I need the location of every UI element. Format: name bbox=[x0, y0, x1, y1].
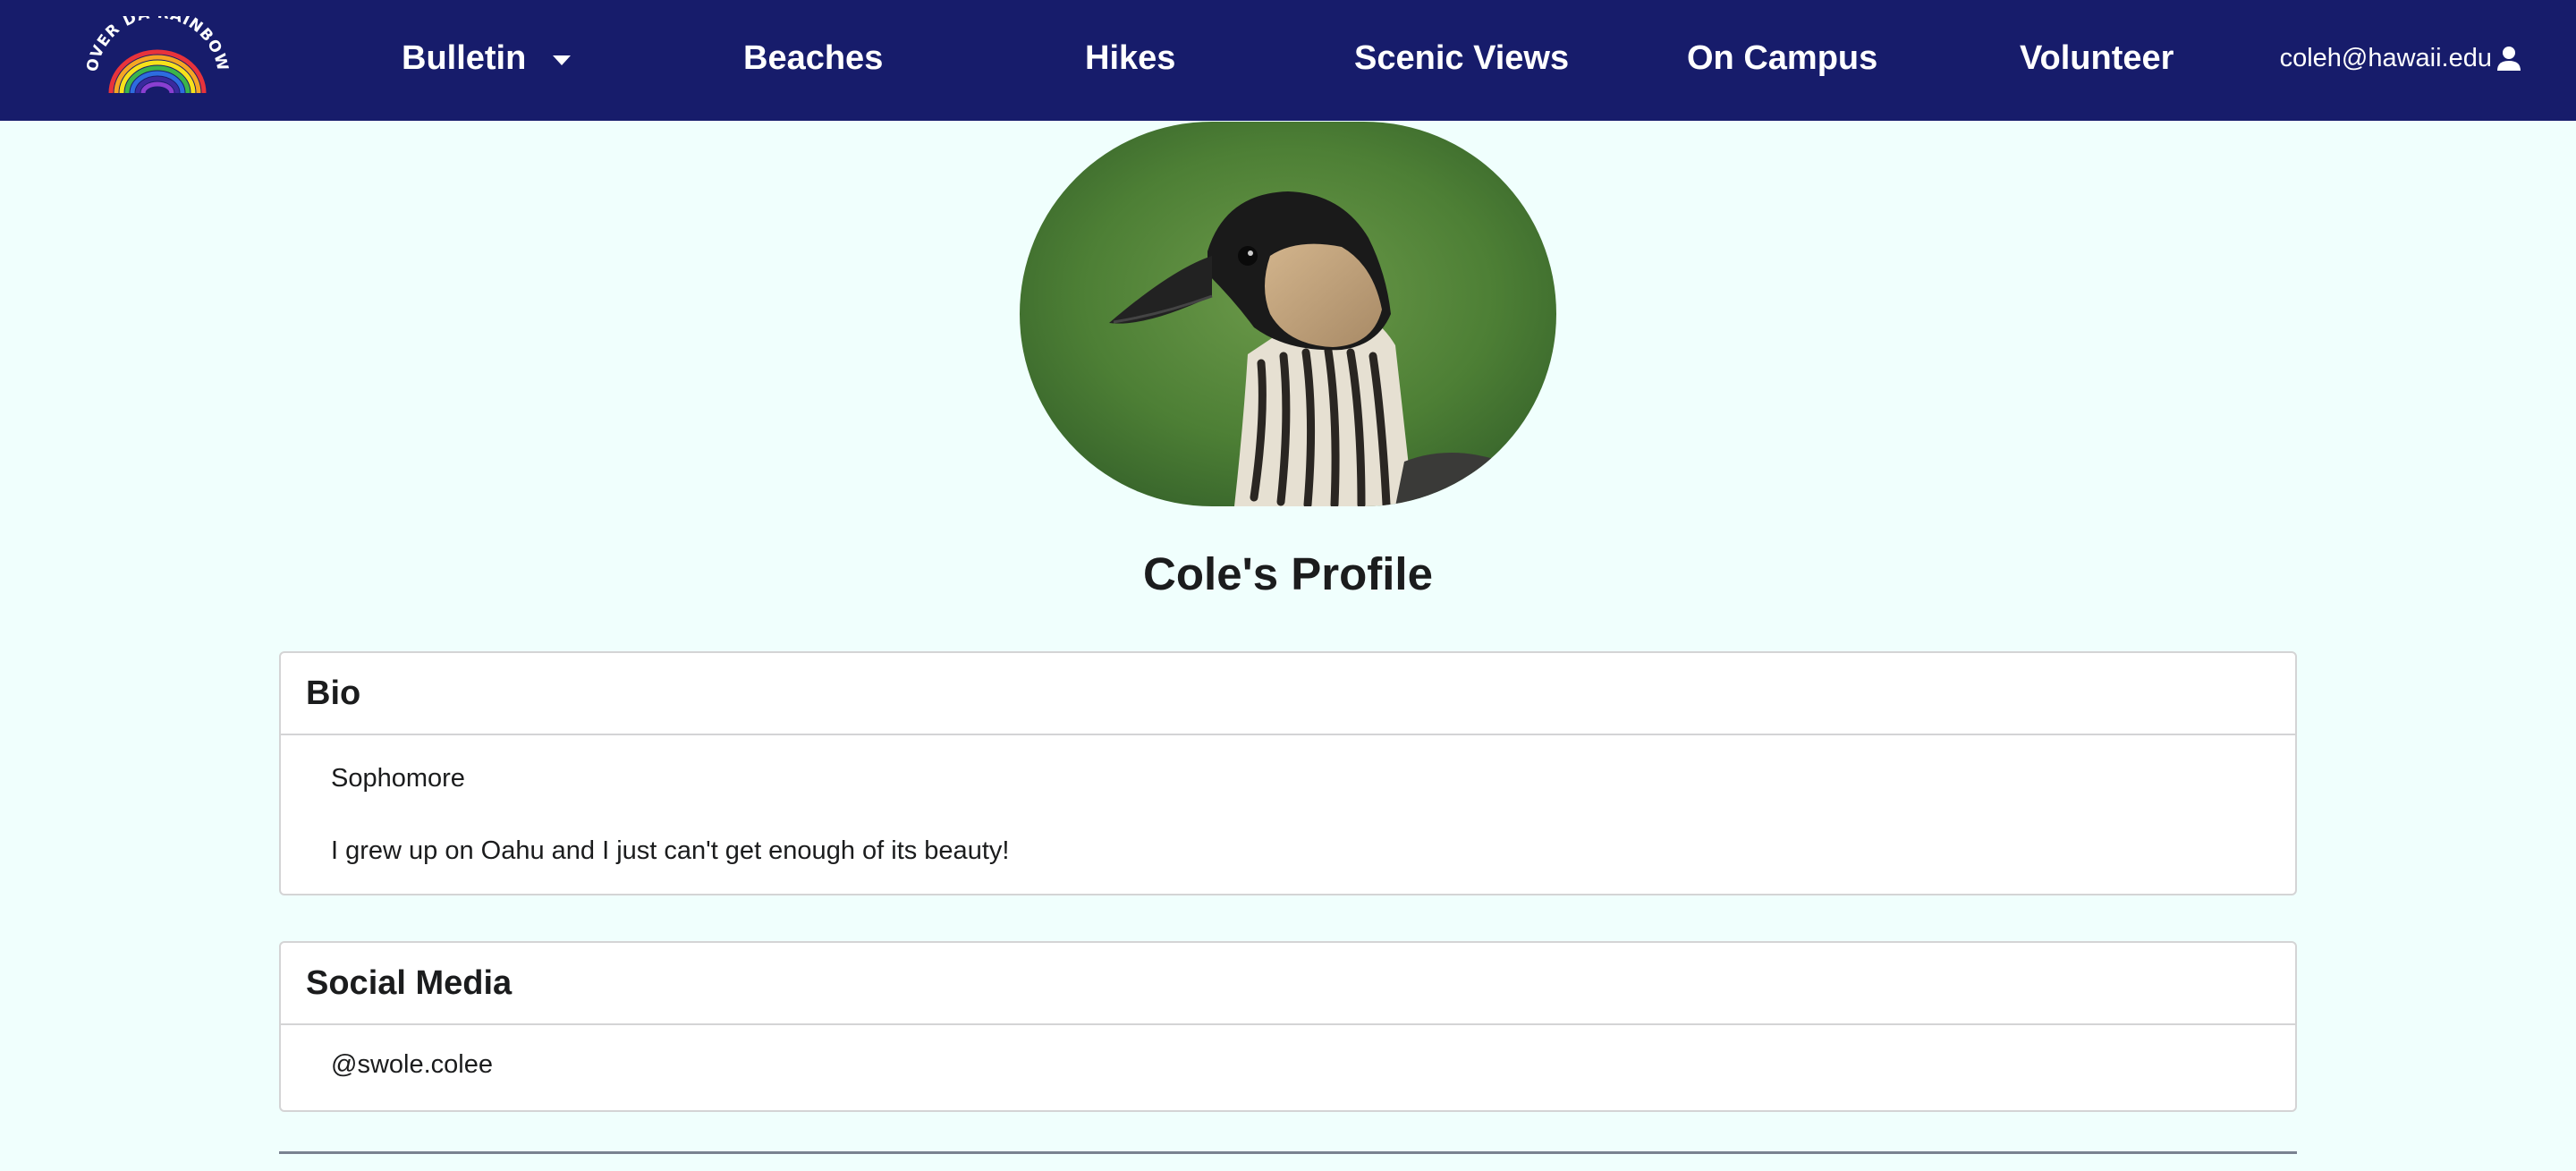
social-media-card-header: Social Media bbox=[281, 943, 2295, 1025]
nav-volunteer-label: Volunteer bbox=[2020, 38, 2174, 77]
nene-goose-photo-icon bbox=[1020, 122, 1556, 506]
nav-scenic-views[interactable]: Scenic Views bbox=[1354, 0, 1569, 116]
social-media-card: Social Media @swole.colee bbox=[279, 941, 2297, 1112]
rainbow-logo-icon: OVER DA RAINBOW bbox=[83, 4, 231, 94]
nav-bulletin-dropdown[interactable]: Bulletin bbox=[402, 0, 572, 116]
nav-bulletin-label: Bulletin bbox=[402, 38, 527, 77]
nav-on-campus[interactable]: On Campus bbox=[1687, 0, 1877, 116]
social-handle: @swole.colee bbox=[331, 1050, 493, 1079]
page-title: Cole's Profile bbox=[1143, 548, 1433, 599]
user-email: coleh@hawaii.edu bbox=[2279, 43, 2492, 72]
site-logo[interactable]: OVER DA RAINBOW bbox=[83, 4, 231, 106]
caret-down-icon bbox=[553, 55, 572, 65]
bio-year: Sophomore bbox=[331, 764, 465, 793]
bio-card: Bio Sophomore I grew up on Oahu and I ju… bbox=[279, 651, 2297, 895]
section-divider bbox=[279, 1151, 2297, 1154]
bio-text: I grew up on Oahu and I just can't get e… bbox=[331, 836, 1010, 865]
nav-on-campus-label: On Campus bbox=[1687, 38, 1878, 77]
top-navbar: OVER DA RAINBOW Bulletin Beaches Hikes S… bbox=[0, 0, 2576, 121]
user-icon bbox=[2497, 47, 2521, 71]
nav-hikes-label: Hikes bbox=[1085, 38, 1176, 77]
nav-volunteer[interactable]: Volunteer bbox=[2020, 0, 2174, 116]
nav-beaches[interactable]: Beaches bbox=[743, 0, 883, 116]
nav-scenic-views-label: Scenic Views bbox=[1354, 38, 1570, 77]
bio-card-header: Bio bbox=[281, 653, 2295, 735]
profile-avatar bbox=[1020, 122, 1556, 506]
user-account-menu[interactable]: coleh@hawaii.edu bbox=[2280, 0, 2522, 116]
nav-hikes[interactable]: Hikes bbox=[1085, 0, 1175, 116]
nav-beaches-label: Beaches bbox=[743, 38, 884, 77]
